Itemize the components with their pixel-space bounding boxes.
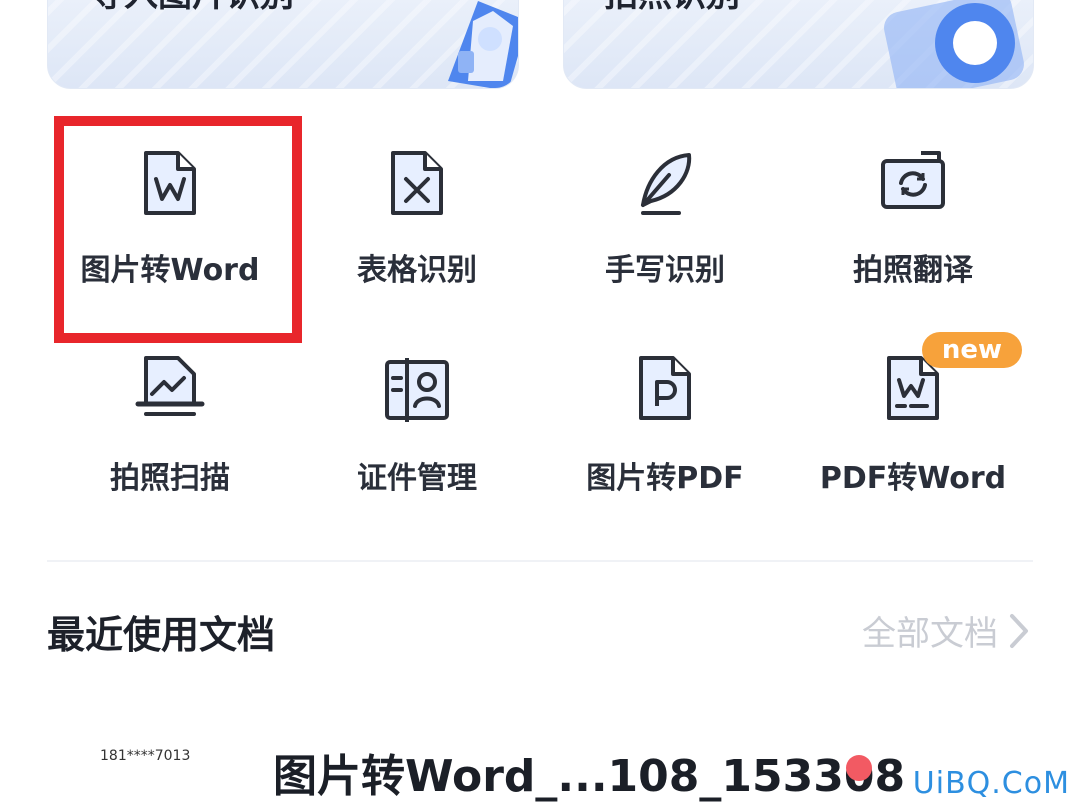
- tool-label: PDF转Word: [819, 461, 1007, 496]
- tool-label: 手写识别: [605, 253, 725, 288]
- id-card-icon: [385, 358, 449, 422]
- pdf-doc-icon: [639, 356, 691, 420]
- import-image-card[interactable]: 导入图片识别: [47, 0, 519, 89]
- tool-table-recognition[interactable]: 表格识别: [293, 117, 541, 323]
- scan-image-icon: [135, 356, 205, 416]
- unread-dot: [846, 755, 872, 781]
- tool-label: 拍照扫描: [110, 461, 230, 496]
- chevron-right-icon: [1010, 613, 1028, 648]
- tool-photo-translate[interactable]: 拍照翻译: [789, 117, 1037, 323]
- tool-label: 拍照翻译: [853, 253, 973, 288]
- tool-photo-scan[interactable]: 拍照扫描: [46, 322, 294, 528]
- all-docs-link[interactable]: 全部文档: [862, 606, 1030, 655]
- tool-label: 图片转PDF: [586, 461, 744, 496]
- doc-owner: 181****7013: [100, 748, 191, 764]
- tool-label: 图片转Word: [80, 253, 260, 288]
- tool-id-management[interactable]: 证件管理: [293, 322, 541, 528]
- photo-recognition-card[interactable]: 拍照识别: [563, 0, 1034, 89]
- camera-icon: [884, 0, 1024, 88]
- divider: [47, 560, 1033, 562]
- tool-image-to-word[interactable]: 图片转Word: [46, 117, 294, 323]
- doc-name: 图片转Word_...108_153308: [273, 751, 906, 802]
- import-card-title: 导入图片识别: [90, 0, 294, 16]
- all-docs-label: 全部文档: [862, 614, 998, 654]
- rocket-icon: [448, 1, 518, 88]
- watermark: UiBQ.CoM: [912, 766, 1070, 801]
- feather-pen-icon: [641, 153, 692, 215]
- camera-refresh-icon: [881, 151, 945, 209]
- tool-handwriting[interactable]: 手写识别: [541, 117, 789, 323]
- tool-image-to-pdf[interactable]: 图片转PDF: [541, 322, 789, 528]
- excel-doc-icon: [391, 151, 443, 215]
- word-doc-icon: [144, 151, 196, 215]
- photo-card-title: 拍照识别: [604, 0, 740, 16]
- tool-label: 证件管理: [357, 461, 477, 496]
- tool-label: 表格识别: [357, 253, 477, 288]
- new-badge: new: [922, 332, 1022, 368]
- recent-docs-title: 最近使用文档: [47, 613, 276, 657]
